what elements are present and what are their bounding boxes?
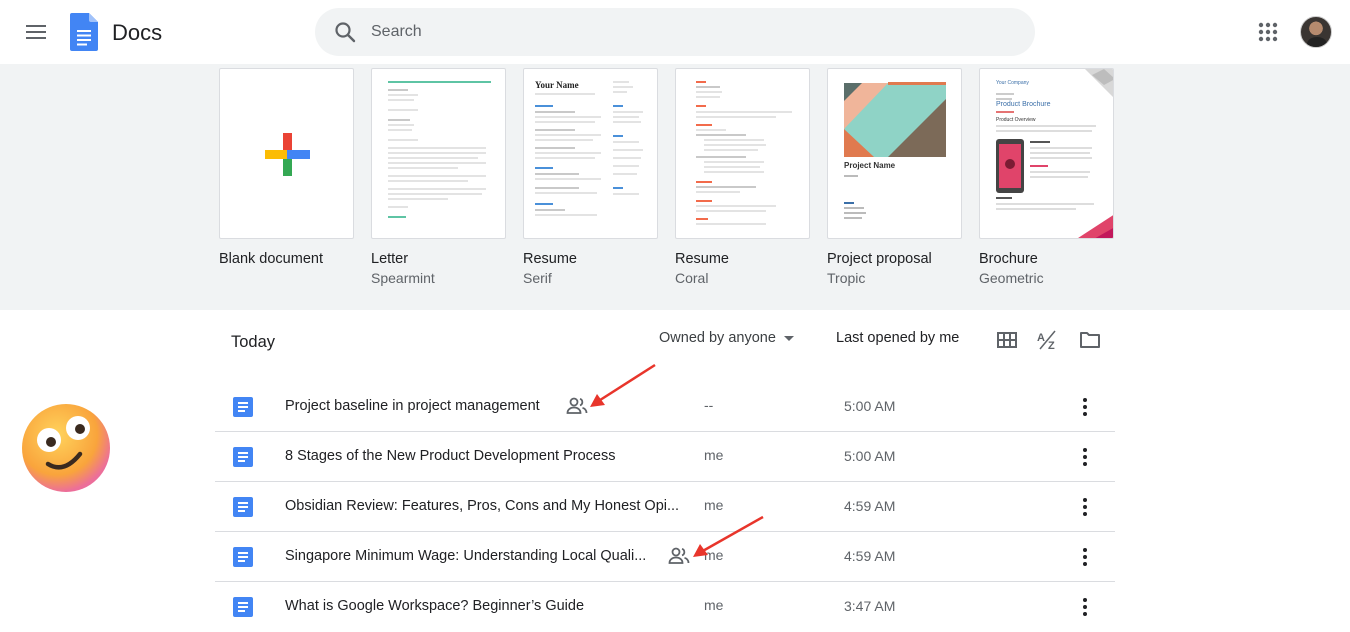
- document-title[interactable]: Project baseline in project management: [285, 398, 540, 414]
- template-thumbnail[interactable]: Project Name: [827, 68, 962, 239]
- doc-icon: [233, 397, 253, 417]
- thumb-brochure-title: Product Brochure: [996, 101, 1051, 108]
- avatar[interactable]: [1300, 16, 1332, 48]
- more-vert-icon[interactable]: [1075, 545, 1095, 569]
- template-title: Letter: [371, 251, 409, 267]
- document-title[interactable]: Obsidian Review: Features, Pros, Cons an…: [285, 498, 679, 514]
- template-letter-spearmint[interactable]: Letter Spearmint: [371, 68, 506, 286]
- thumb-project-name: Project Name: [844, 161, 896, 170]
- template-subtitle: Serif: [523, 270, 552, 286]
- document-row[interactable]: Obsidian Review: Features, Pros, Cons an…: [215, 482, 1115, 532]
- svg-text:Z: Z: [1048, 340, 1055, 352]
- document-title[interactable]: What is Google Workspace? Beginner’s Gui…: [285, 598, 584, 614]
- template-title: Resume: [675, 251, 729, 267]
- template-title: Brochure: [979, 251, 1038, 267]
- template-title: Resume: [523, 251, 577, 267]
- folder-icon[interactable]: [1078, 328, 1102, 352]
- document-row[interactable]: What is Google Workspace? Beginner’s Gui…: [215, 582, 1115, 632]
- apps-grid-icon[interactable]: [1256, 20, 1280, 44]
- doc-icon: [233, 497, 253, 517]
- doc-icon: [233, 447, 253, 467]
- template-brochure-geometric[interactable]: Your Company Product Brochure Product Ov…: [979, 68, 1114, 286]
- menu-icon: [26, 25, 46, 27]
- document-last-opened: 4:59 AM: [844, 498, 896, 514]
- search-icon[interactable]: [333, 20, 357, 44]
- document-owner: me: [704, 597, 724, 613]
- chevron-down-icon: [783, 335, 794, 341]
- doc-icon: [233, 547, 253, 567]
- document-row[interactable]: 8 Stages of the New Product Development …: [215, 432, 1115, 482]
- geometric-artwork: [996, 69, 1113, 238]
- annotation-arrow-2: [693, 515, 764, 557]
- document-owner: me: [704, 447, 724, 463]
- document-owner: me: [704, 497, 724, 513]
- grid-view-icon[interactable]: [995, 328, 1019, 352]
- doc-icon: [233, 597, 253, 617]
- document-last-opened: 5:00 AM: [844, 448, 896, 464]
- plus-icon: [265, 133, 310, 176]
- template-title: Blank document: [219, 251, 323, 267]
- document-last-opened: 4:59 AM: [844, 548, 896, 564]
- tropic-artwork: [844, 82, 946, 219]
- template-subtitle: Geometric: [979, 270, 1044, 286]
- template-project-proposal-tropic[interactable]: Project Name Project proposal Tropic: [827, 68, 962, 286]
- sort-az-icon[interactable]: A Z: [1036, 328, 1060, 352]
- template-resume-serif[interactable]: Your Name Resume Serif: [523, 68, 658, 286]
- more-vert-icon[interactable]: [1075, 595, 1095, 619]
- more-vert-icon[interactable]: [1075, 445, 1095, 469]
- search-input[interactable]: [371, 8, 1011, 56]
- section-title: Today: [231, 333, 276, 351]
- top-bar: Docs: [0, 0, 1350, 64]
- document-last-opened: 5:00 AM: [844, 398, 896, 414]
- annotation-arrow-1: [590, 363, 656, 407]
- more-vert-icon[interactable]: [1075, 395, 1095, 419]
- document-row[interactable]: Project baseline in project management --…: [215, 382, 1115, 432]
- document-title[interactable]: 8 Stages of the New Product Development …: [285, 448, 615, 464]
- emoji-sticker-icon: [22, 404, 110, 492]
- template-thumbnail[interactable]: Your Company Product Brochure Product Ov…: [979, 68, 1114, 239]
- app-title[interactable]: Docs: [112, 20, 162, 46]
- sort-dropdown[interactable]: Last opened by me: [836, 330, 959, 346]
- template-title: Project proposal: [827, 251, 932, 267]
- svg-text:A: A: [1037, 332, 1045, 344]
- template-thumbnail[interactable]: [675, 68, 810, 239]
- template-blank-document[interactable]: Blank document: [219, 68, 354, 270]
- owner-filter-dropdown[interactable]: Owned by anyone: [659, 330, 794, 346]
- thumb-brochure-overview: Product Overview: [996, 117, 1036, 123]
- template-subtitle: Spearmint: [371, 270, 435, 286]
- thumb-resume-name: Your Name: [535, 80, 579, 90]
- main-menu-button[interactable]: [20, 16, 52, 48]
- document-row[interactable]: Singapore Minimum Wage: Understanding Lo…: [215, 532, 1115, 582]
- template-thumbnail[interactable]: [371, 68, 506, 239]
- owner-filter-label: Owned by anyone: [659, 330, 776, 346]
- document-title[interactable]: Singapore Minimum Wage: Understanding Lo…: [285, 548, 646, 564]
- template-resume-coral[interactable]: Resume Coral: [675, 68, 810, 286]
- document-owner: --: [704, 397, 714, 413]
- template-subtitle: Tropic: [827, 270, 866, 286]
- template-thumbnail[interactable]: [219, 68, 354, 239]
- search-bar[interactable]: [315, 8, 1035, 56]
- template-subtitle: Coral: [675, 270, 709, 286]
- docs-logo-icon[interactable]: [70, 13, 98, 51]
- thumb-brochure-company: Your Company: [996, 80, 1029, 86]
- template-thumbnail[interactable]: Your Name: [523, 68, 658, 239]
- template-gallery: Blank document Letter Spearmint Your Nam…: [0, 64, 1350, 310]
- document-last-opened: 3:47 AM: [844, 598, 896, 614]
- more-vert-icon[interactable]: [1075, 495, 1095, 519]
